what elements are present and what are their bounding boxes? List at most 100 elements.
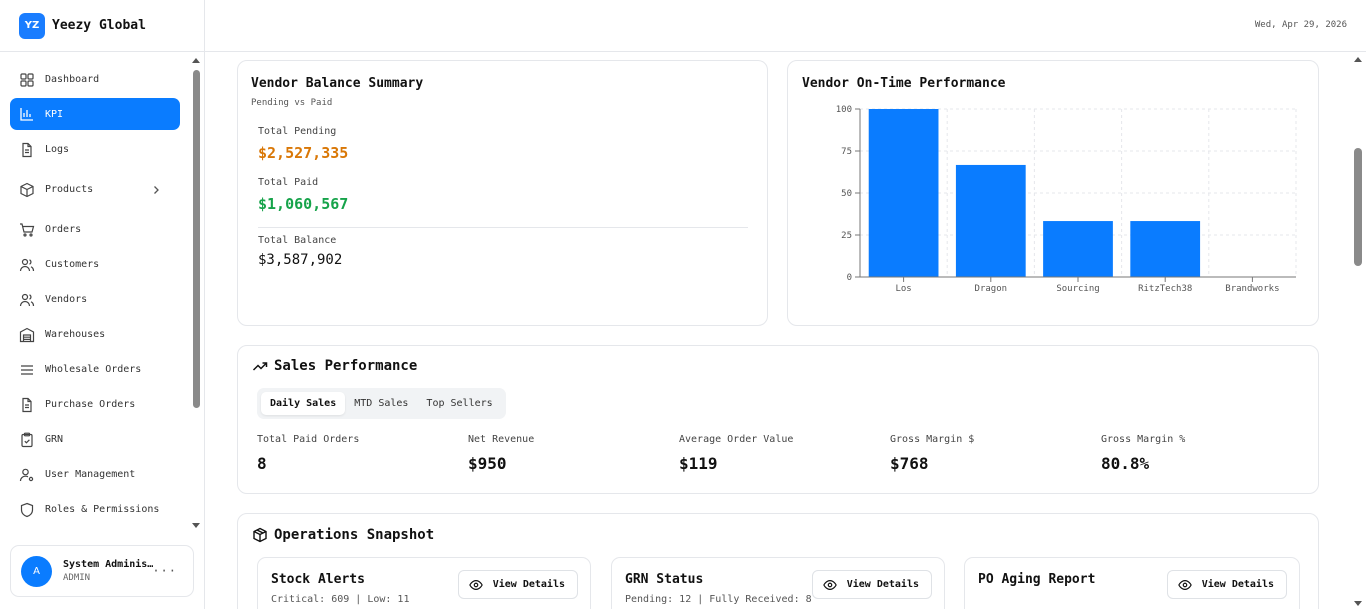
metric-value: 80.8%	[1101, 454, 1150, 473]
scroll-up-icon[interactable]	[192, 58, 200, 63]
card-subtitle: Pending vs Paid	[251, 98, 333, 108]
sidebar-item-products[interactable]: Products	[10, 167, 180, 212]
sidebar-item-label: Roles & Permissions	[45, 504, 160, 515]
eye-icon	[468, 579, 483, 590]
chevron-right-icon	[154, 185, 159, 194]
total-pending-value: $2,527,335	[258, 144, 349, 162]
metric-gross-margin-percent: Gross Margin % 80.8%	[1101, 434, 1185, 473]
sidebar-item-warehouses[interactable]: Warehouses	[10, 317, 180, 352]
sidebar-scroll-thumb[interactable]	[193, 70, 200, 408]
bar	[868, 109, 939, 277]
total-paid-label: Total Paid	[258, 177, 319, 188]
sidebar-item-label: User Management	[45, 469, 136, 480]
x-tick-label: Brandworks	[1225, 284, 1279, 294]
sub-card-title: Stock Alerts	[271, 572, 365, 587]
sub-card-title: GRN Status	[625, 572, 704, 587]
sidebar-item-kpi[interactable]: KPI	[10, 98, 180, 130]
sidebar-item-label: Customers	[45, 259, 100, 270]
shield-icon	[20, 502, 34, 517]
sidebar-item-label: KPI	[45, 108, 64, 120]
button-label: View Details	[846, 579, 919, 590]
sidebar-item-label: Dashboard	[45, 74, 100, 85]
sidebar-item-user-management[interactable]: User Management	[10, 457, 180, 492]
divider	[258, 227, 748, 228]
sidebar: YZ Yeezy Global Dashboard KPI Logs Produ…	[0, 0, 205, 609]
x-tick-label: RitzTech38	[1138, 284, 1192, 294]
grn-status-card: GRN Status Pending: 12 | Fully Received:…	[611, 557, 945, 609]
scroll-up-icon[interactable]	[1354, 57, 1362, 62]
brand-logo: YZ	[19, 12, 45, 39]
sidebar-item-label: GRN	[45, 434, 64, 445]
sidebar-item-wholesale-orders[interactable]: Wholesale Orders	[10, 352, 180, 387]
total-pending-label: Total Pending	[258, 126, 337, 137]
ontime-bar-chart: 0 25 50 75 100 Los Dragon Sourcing RitzTech38 Bra…	[836, 105, 1297, 294]
metric-label: Average Order Value	[679, 434, 794, 445]
main-scrollbar[interactable]	[1352, 52, 1366, 609]
metric-label: Total Paid Orders	[257, 434, 360, 445]
sidebar-item-orders[interactable]: Orders	[10, 212, 180, 247]
x-tick-label: Sourcing	[1056, 284, 1099, 294]
file-icon	[22, 142, 32, 157]
user-cog-icon	[19, 468, 34, 481]
metric-value: $119	[679, 454, 718, 473]
more-icon[interactable]: ···	[152, 564, 177, 578]
users-icon	[19, 258, 35, 271]
warehouse-icon	[19, 327, 35, 342]
x-tick-label: Los	[895, 284, 911, 294]
view-details-button[interactable]: View Details	[811, 570, 932, 599]
metric-value: 8	[257, 454, 267, 473]
card-title: Sales Performance	[274, 358, 418, 374]
scroll-down-icon[interactable]	[1354, 601, 1362, 606]
cart-icon	[20, 222, 35, 237]
sidebar-item-label: Logs	[45, 144, 70, 155]
tab-daily-sales[interactable]: Daily Sales	[261, 392, 346, 415]
main-scroll-thumb[interactable]	[1354, 148, 1362, 266]
tab-mtd-sales[interactable]: MTD Sales	[345, 392, 417, 415]
sales-performance-card: Sales Performance Daily Sales MTD Sales …	[237, 345, 1319, 494]
package-icon	[253, 527, 267, 543]
sidebar-item-label: Wholesale Orders	[45, 364, 142, 375]
total-balance-value: $3,587,902	[258, 252, 343, 268]
y-tick-label: 50	[841, 189, 852, 199]
bar-chart-icon	[20, 108, 33, 121]
bar	[955, 164, 1026, 277]
bar	[1130, 221, 1201, 277]
user-card[interactable]: A System Adminis… ADMIN ···	[10, 545, 194, 597]
scroll-down-icon[interactable]	[192, 523, 200, 528]
operations-snapshot-card: Operations Snapshot Stock Alerts Critica…	[237, 513, 1319, 609]
stock-alerts-card: Stock Alerts Critical: 609 | Low: 11 Vie…	[257, 557, 591, 609]
total-balance-label: Total Balance	[258, 235, 337, 246]
y-tick-label: 25	[841, 231, 852, 241]
sidebar-item-vendors[interactable]: Vendors	[10, 282, 180, 317]
button-label: View Details	[1201, 579, 1274, 590]
sidebar-item-dashboard[interactable]: Dashboard	[10, 62, 180, 97]
sidebar-item-roles-permissions[interactable]: Roles & Permissions	[10, 492, 180, 527]
view-details-button[interactable]: View Details	[1166, 570, 1287, 599]
total-paid-value: $1,060,567	[258, 195, 349, 213]
sub-card-subtitle: Pending: 12 | Fully Received: 8	[625, 594, 812, 605]
tab-top-sellers[interactable]: Top Sellers	[417, 392, 501, 415]
sidebar-item-customers[interactable]: Customers	[10, 247, 180, 282]
vendor-balance-card: Vendor Balance Summary Pending vs Paid T…	[237, 60, 768, 326]
metric-label: Gross Margin %	[1101, 434, 1186, 445]
y-tick-label: 0	[847, 273, 852, 283]
top-header: Wed, Apr 29, 2026	[205, 0, 1366, 52]
sidebar-item-label: Products	[45, 184, 94, 195]
users-icon	[19, 293, 35, 306]
card-title: Operations Snapshot	[274, 527, 435, 543]
sidebar-item-purchase-orders[interactable]: Purchase Orders	[10, 387, 180, 422]
x-tick-label: Dragon	[975, 284, 1008, 294]
box-icon	[20, 182, 34, 197]
view-details-button[interactable]: View Details	[457, 570, 578, 599]
sidebar-item-label: Orders	[45, 224, 82, 235]
brand[interactable]: YZ Yeezy Global	[0, 0, 204, 52]
sub-card-subtitle: Critical: 609 | Low: 11	[271, 594, 410, 605]
sales-tabs: Daily Sales MTD Sales Top Sellers	[257, 388, 506, 419]
metric-gross-margin-dollar: Gross Margin $ $768	[890, 434, 974, 473]
sidebar-item-label: Vendors	[45, 294, 88, 305]
sidebar-item-logs[interactable]: Logs	[10, 132, 180, 167]
sidebar-scrollbar[interactable]	[191, 56, 201, 530]
sidebar-item-grn[interactable]: GRN	[10, 422, 180, 457]
current-date: Wed, Apr 29, 2026	[1254, 20, 1347, 30]
app: YZ Yeezy Global Dashboard KPI Logs Produ…	[0, 0, 1366, 609]
